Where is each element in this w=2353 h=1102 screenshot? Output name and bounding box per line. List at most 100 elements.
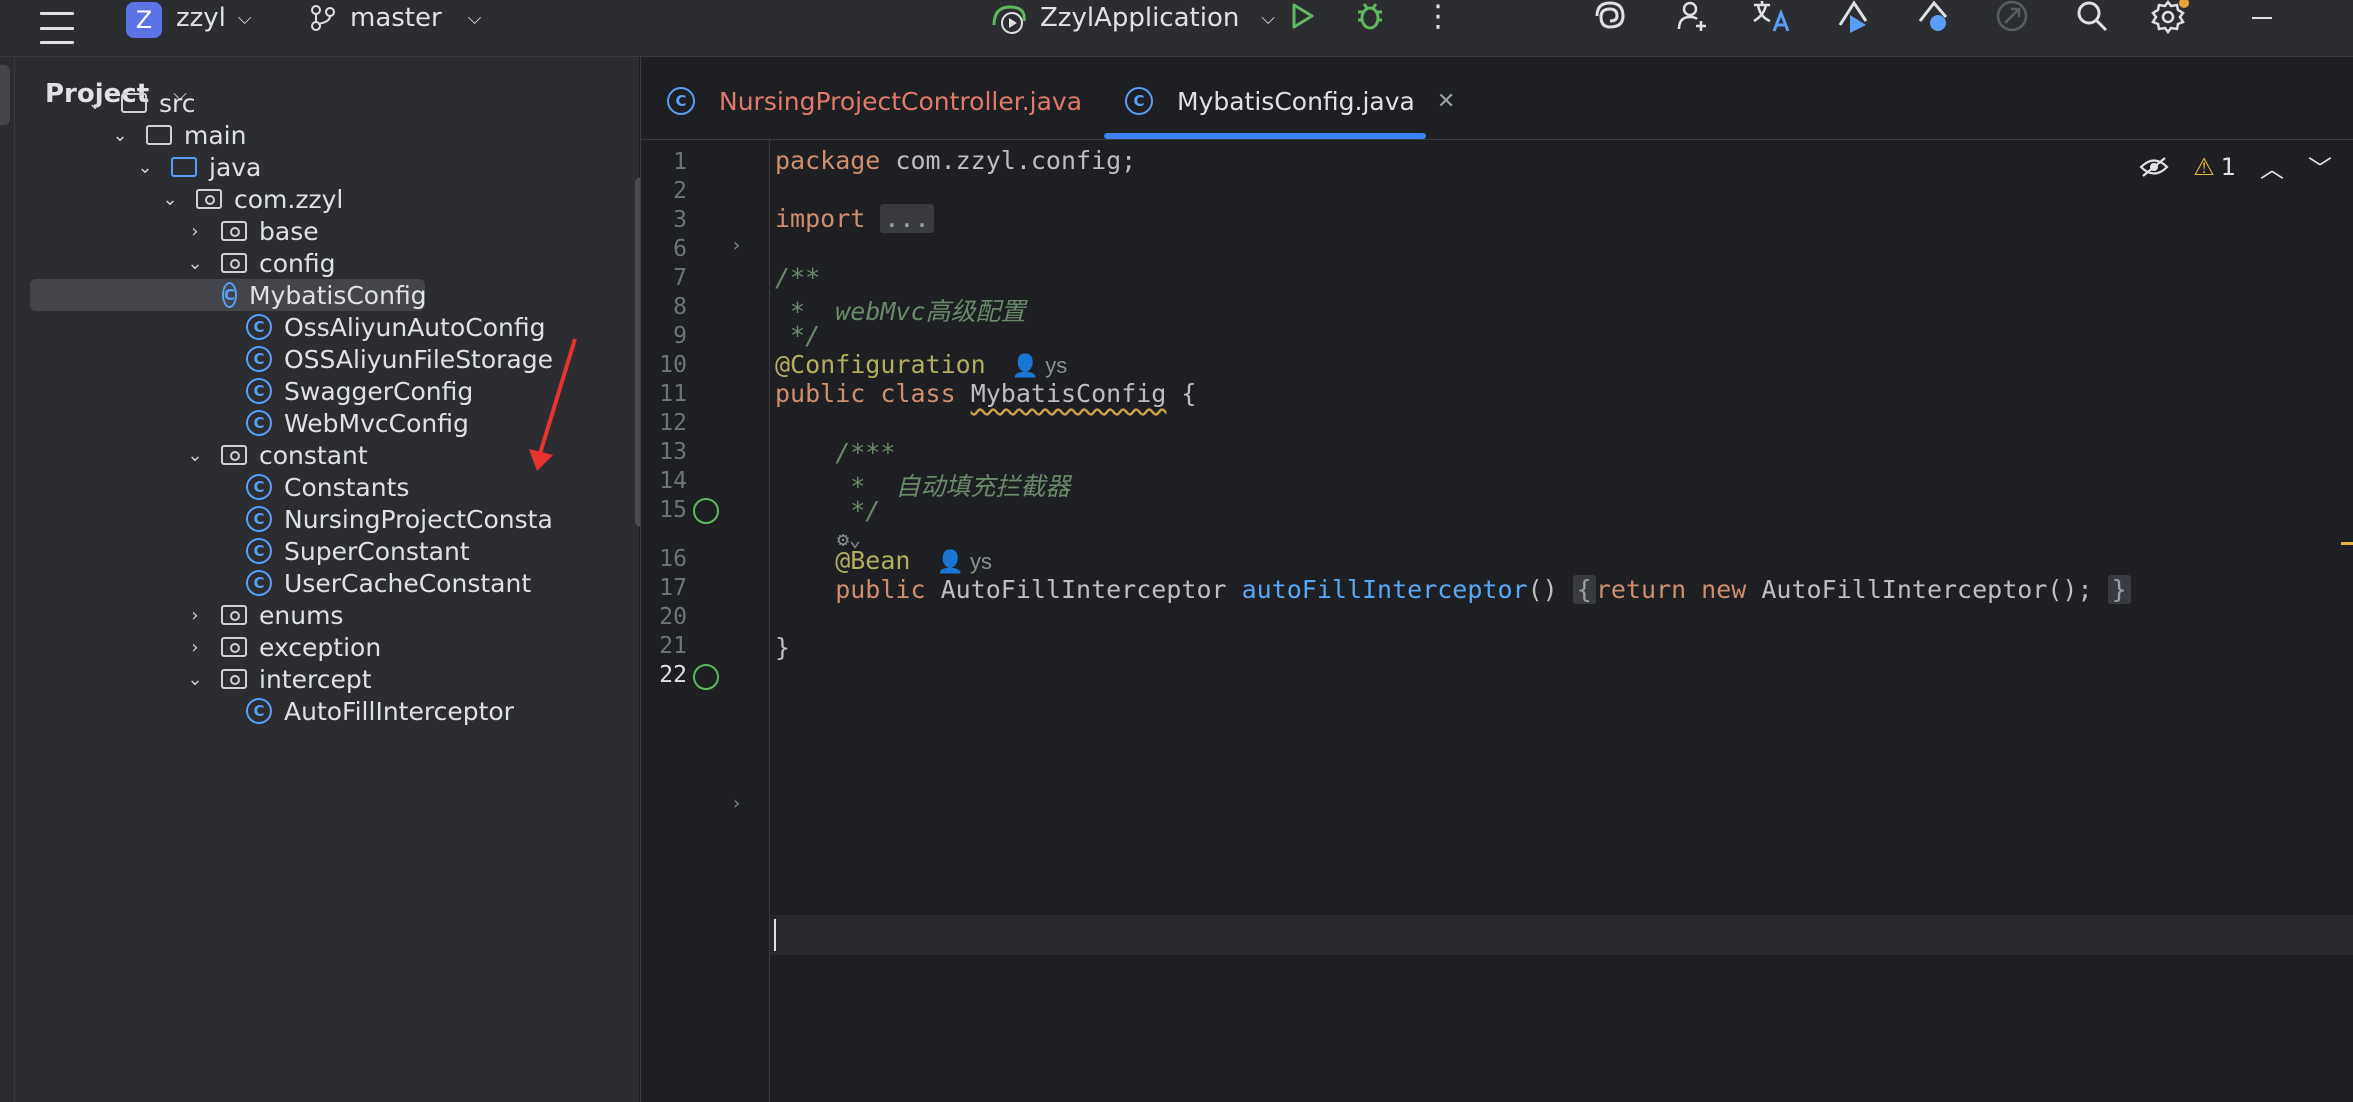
- tree-item[interactable]: ⌄ java: [133, 151, 261, 183]
- run-icon[interactable]: [1282, 0, 1322, 34]
- tree-item[interactable]: C MybatisConfig: [30, 279, 427, 311]
- tree-item[interactable]: ⌄ config: [183, 247, 335, 279]
- chevron-right-icon[interactable]: ›: [183, 221, 207, 242]
- chevron-down-icon[interactable]: ﹀: [2308, 149, 2332, 184]
- code-line-3[interactable]: import ...: [775, 204, 934, 233]
- author-hint[interactable]: 👤 ys: [1012, 353, 1068, 378]
- fold-brace[interactable]: }: [2107, 575, 2131, 604]
- line-number[interactable]: 6: [641, 236, 687, 262]
- reader-mode-icon[interactable]: [2139, 156, 2169, 178]
- chevron-right-icon[interactable]: ›: [183, 605, 207, 626]
- debug-icon[interactable]: [1350, 0, 1390, 34]
- close-icon[interactable]: ✕: [1437, 89, 1455, 114]
- line-number[interactable]: 15: [641, 497, 687, 523]
- menu-icon[interactable]: [40, 12, 74, 44]
- tree-item[interactable]: C OssAliyunAutoConfig: [208, 311, 545, 343]
- inspection-widget[interactable]: ⚠ 1 ︿ ﹀: [2139, 149, 2332, 184]
- code-line-11[interactable]: public class MybatisConfig {: [775, 379, 1196, 408]
- line-number[interactable]: 11: [641, 381, 687, 407]
- tree-item[interactable]: C SwaggerConfig: [208, 375, 473, 407]
- fold-chevron-icon[interactable]: ›: [733, 793, 740, 814]
- text-caret: [774, 919, 776, 951]
- tree-item[interactable]: C OSSAliyunFileStorage: [208, 343, 553, 375]
- line-number[interactable]: 3: [641, 207, 687, 233]
- tree-item[interactable]: ⌄ intercept: [183, 663, 371, 695]
- tree-item[interactable]: C AutoFillInterceptor: [208, 695, 514, 727]
- spring-bean-icon[interactable]: [693, 498, 719, 524]
- chevron-down-icon[interactable]: ⌄: [83, 93, 107, 114]
- tree-item[interactable]: › exception: [183, 631, 381, 663]
- tab-nursing-project-controller[interactable]: C NursingProjectController.java: [667, 81, 1082, 121]
- warning-stripe-marker[interactable]: [2341, 542, 2353, 545]
- code-line-15[interactable]: */: [775, 496, 880, 525]
- code-line-13[interactable]: /***: [775, 438, 895, 467]
- search-icon[interactable]: [2072, 0, 2112, 34]
- line-number[interactable]: 8: [641, 294, 687, 320]
- settings-icon[interactable]: [2150, 0, 2190, 34]
- tree-item[interactable]: C Constants: [208, 471, 409, 503]
- line-number[interactable]: 16: [641, 546, 687, 572]
- chevron-down-icon[interactable]: ⌄: [133, 157, 157, 178]
- add-user-icon[interactable]: [1672, 0, 1712, 34]
- tree-item[interactable]: ⌄ main: [108, 119, 246, 151]
- line-number[interactable]: 2: [641, 178, 687, 204]
- line-number[interactable]: 10: [641, 352, 687, 378]
- folded-imports[interactable]: ...: [880, 204, 934, 233]
- tree-item[interactable]: › base: [183, 215, 318, 247]
- minimize-icon[interactable]: [2242, 0, 2282, 34]
- class-icon: C: [246, 346, 272, 372]
- chevron-down-icon[interactable]: ⌄: [183, 669, 207, 690]
- tree-item[interactable]: C UserCacheConstant: [208, 567, 531, 599]
- line-number[interactable]: 22: [641, 662, 687, 688]
- tab-mybatis-config[interactable]: C MybatisConfig.java ✕: [1125, 81, 1455, 121]
- chevron-down-icon[interactable]: ⌄: [183, 253, 207, 274]
- code-line-7[interactable]: /**: [775, 263, 820, 292]
- rocket-icon[interactable]: [1992, 0, 2032, 34]
- code-line-9[interactable]: */: [775, 321, 820, 350]
- line-number[interactable]: 13: [641, 439, 687, 465]
- class-icon: C: [222, 282, 238, 308]
- fold-brace[interactable]: {: [1572, 575, 1596, 604]
- chevron-right-icon[interactable]: ›: [183, 637, 207, 658]
- tree-item[interactable]: ⌄ com.zzyl: [158, 183, 343, 215]
- chevron-up-icon[interactable]: ︿: [2260, 149, 2284, 184]
- branch-selector[interactable]: master ⌵: [310, 0, 481, 36]
- project-selector[interactable]: zzyl ⌵: [176, 0, 252, 36]
- code-line-10[interactable]: @Configuration 👤 ys: [775, 350, 1067, 379]
- tree-item[interactable]: C WebMvcConfig: [208, 407, 469, 439]
- tree-item[interactable]: C NursingProjectConsta: [208, 503, 553, 535]
- tab-label: MybatisConfig.java: [1177, 86, 1415, 116]
- line-number[interactable]: 12: [641, 410, 687, 436]
- code-line-21[interactable]: }: [775, 633, 790, 662]
- line-number[interactable]: 20: [641, 604, 687, 630]
- code-line-17[interactable]: public AutoFillInterceptor autoFillInter…: [775, 575, 2131, 604]
- ai-assistant-icon[interactable]: [1590, 0, 1630, 34]
- line-number[interactable]: 21: [641, 633, 687, 659]
- tree-item[interactable]: › enums: [183, 599, 343, 631]
- bug-deploy-icon[interactable]: [1914, 0, 1954, 34]
- code-line-16[interactable]: @Bean 👤 ys: [775, 546, 992, 575]
- warnings-counter[interactable]: ⚠ 1: [2193, 153, 2236, 181]
- tree-item[interactable]: C SuperConstant: [208, 535, 470, 567]
- deploy-icon[interactable]: [1834, 0, 1874, 34]
- run-config-selector[interactable]: ZzylApplication ⌵: [990, 0, 1275, 36]
- fold-chevron-icon[interactable]: ›: [733, 235, 740, 256]
- chevron-down-icon[interactable]: ⌄: [183, 445, 207, 466]
- code-line-1[interactable]: package com.zzyl.config;: [775, 146, 1136, 175]
- tree-item[interactable]: ⌄ src: [83, 87, 195, 119]
- project-badge[interactable]: Z: [126, 2, 162, 38]
- line-number[interactable]: 17: [641, 575, 687, 601]
- more-icon[interactable]: ⋮: [1418, 0, 1458, 34]
- line-number[interactable]: 14: [641, 468, 687, 494]
- project-tool-tab[interactable]: [0, 65, 10, 125]
- chevron-down-icon[interactable]: ⌄: [158, 189, 182, 210]
- tree-item[interactable]: ⌄ constant: [183, 439, 367, 471]
- line-number[interactable]: 9: [641, 323, 687, 349]
- line-number[interactable]: 7: [641, 265, 687, 291]
- keyword: package: [775, 146, 881, 175]
- author-hint[interactable]: 👤 ys: [936, 549, 992, 574]
- line-number[interactable]: 1: [641, 149, 687, 175]
- translate-icon[interactable]: [1752, 0, 1792, 34]
- chevron-down-icon[interactable]: ⌄: [108, 125, 132, 146]
- spring-bean-icon[interactable]: [693, 664, 719, 690]
